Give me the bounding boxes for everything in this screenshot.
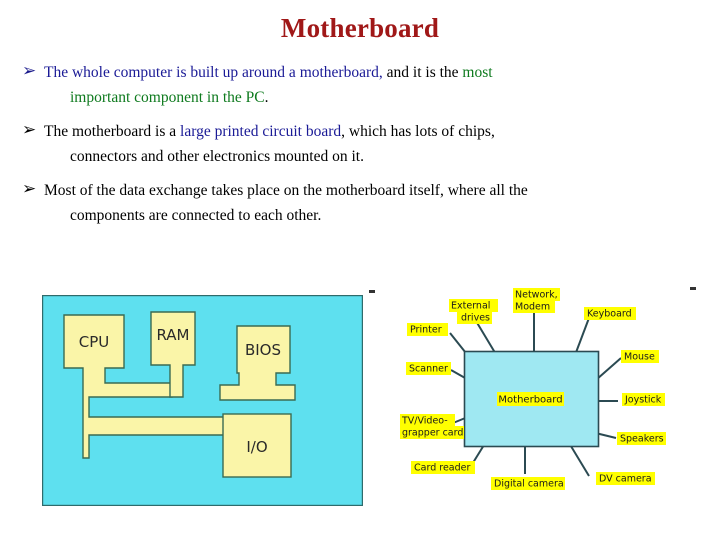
peripheral-label-speakers: Speakers	[617, 432, 666, 445]
peripheral-label-dv-camera: DV camera	[596, 472, 655, 485]
svg-text:grapper card: grapper card	[402, 428, 463, 439]
corner-tick-mark-right	[690, 287, 696, 290]
board-background	[42, 295, 363, 506]
bullet-segment: most	[462, 64, 493, 81]
peripheral-label-card-reader: Card reader	[411, 461, 475, 474]
peripheral-label-joystick: Joystick	[622, 393, 665, 406]
bullet-text: The motherboard is a large printed circu…	[44, 119, 698, 169]
io-label: I/O	[246, 438, 267, 456]
bullet-segment: The motherboard is a	[44, 123, 181, 140]
peripheral-label-digital-camera: Digital camera	[491, 477, 565, 490]
bullet-segment: , which has lots of chips,	[341, 123, 495, 140]
arrow-bullet-icon: ➢	[22, 120, 37, 140]
bullet-segment: The whole computer is built up around a …	[44, 64, 383, 81]
leader-dv-camera	[559, 427, 590, 477]
page-title: Motherboard	[280, 13, 440, 43]
leader-card-reader	[470, 423, 498, 467]
leader-speakers	[574, 427, 617, 439]
peripheral-label-scanner: Scanner	[406, 362, 451, 375]
list-item: ➢ Most of the data exchange takes place …	[22, 178, 698, 228]
ram-label: RAM	[156, 326, 189, 344]
leader-mouse	[579, 357, 622, 395]
svg-text:External: External	[451, 301, 490, 312]
leader-printer	[449, 332, 490, 383]
svg-text:Printer: Printer	[410, 325, 442, 336]
bullet-segment: Most of the data exchange takes place on…	[44, 182, 528, 199]
bullet-text: Most of the data exchange takes place on…	[44, 178, 698, 228]
bullet-segment: and it is the	[382, 64, 463, 81]
corner-tick-mark-left	[369, 290, 375, 293]
ram-trace	[150, 311, 196, 398]
leader-scanner	[450, 369, 489, 392]
bullet-segment: important component in the PC	[70, 89, 265, 106]
peripheral-label-external-drives: External drives	[449, 299, 498, 324]
bullet-segment: components are connected to each other.	[70, 207, 322, 224]
motherboard-rect	[463, 350, 600, 448]
peripheral-label-keyboard: Keyboard	[584, 307, 636, 320]
bullet-segment: large printed circuit board	[180, 123, 342, 140]
svg-text:Card reader: Card reader	[414, 463, 470, 474]
cpu-trace	[63, 314, 229, 459]
bullet-list: ➢ The whole computer is built up around …	[22, 60, 698, 237]
bios-trace	[219, 325, 296, 401]
bullet-text: The whole computer is built up around a …	[44, 60, 698, 110]
arrow-bullet-icon: ➢	[22, 179, 37, 199]
cpu-label: CPU	[79, 333, 110, 351]
leader-tv-video-card	[452, 409, 486, 424]
svg-text:drives: drives	[461, 313, 490, 324]
svg-text:Modem: Modem	[515, 302, 550, 313]
svg-text:Scanner: Scanner	[409, 364, 448, 375]
svg-text:Keyboard: Keyboard	[587, 309, 632, 320]
list-item: ➢ The motherboard is a large printed cir…	[22, 119, 698, 169]
motherboard-peripherals-diagram: Motherboard Printer External drives Netw…	[393, 286, 700, 508]
svg-text:Joystick: Joystick	[624, 395, 662, 406]
io-block	[222, 413, 292, 478]
arrow-bullet-icon: ➢	[22, 61, 37, 81]
svg-text:DV camera: DV camera	[599, 474, 652, 485]
leader-keyboard	[568, 317, 590, 372]
svg-text:Network,: Network,	[515, 290, 558, 301]
peripheral-label-network-modem: Network, Modem	[513, 288, 560, 313]
peripheral-label-mouse: Mouse	[621, 350, 659, 363]
bullet-segment: .	[264, 89, 269, 106]
svg-text:TV/Video-: TV/Video-	[401, 416, 448, 427]
svg-text:Mouse: Mouse	[624, 352, 655, 363]
bios-label: BIOS	[245, 341, 281, 359]
svg-text:Speakers: Speakers	[620, 434, 664, 445]
motherboard-block-diagram: CPU RAM BIOS I/O	[42, 295, 363, 506]
motherboard-center-label: Motherboard	[497, 392, 564, 406]
bullet-segment: connectors and other electronics mounted…	[70, 148, 364, 165]
peripheral-label-printer: Printer	[407, 323, 448, 336]
peripheral-label-tv-video-card: TV/Video- grapper card	[400, 414, 464, 439]
svg-text:Digital camera: Digital camera	[494, 479, 564, 490]
leader-external-drives	[469, 310, 504, 367]
list-item: ➢ The whole computer is built up around …	[22, 60, 698, 110]
svg-text:Motherboard: Motherboard	[498, 395, 562, 406]
